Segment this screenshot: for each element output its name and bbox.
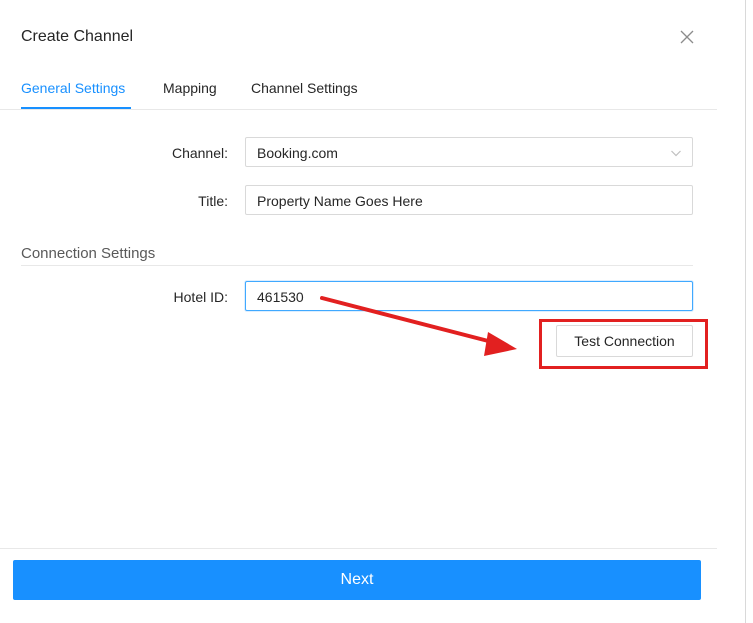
annotation-highlight-box xyxy=(539,319,708,369)
chevron-down-icon xyxy=(670,146,682,158)
title-label: Title: xyxy=(198,193,228,209)
tab-bar: General Settings Mapping Channel Setting… xyxy=(0,70,717,110)
channel-select[interactable]: Booking.com xyxy=(245,137,693,167)
hotel-id-input[interactable]: 461530 xyxy=(245,281,693,311)
tab-channel-settings[interactable]: Channel Settings xyxy=(251,80,358,96)
close-icon[interactable] xyxy=(680,30,696,46)
footer-divider xyxy=(0,548,717,549)
dialog-title: Create Channel xyxy=(21,28,134,45)
channel-label: Channel: xyxy=(171,145,228,161)
next-button[interactable]: Next xyxy=(13,560,701,600)
connection-settings-heading: Connection Settings xyxy=(21,245,156,262)
title-input-value: Property Name Goes Here xyxy=(257,193,423,209)
hotel-id-input-value: 461530 xyxy=(257,289,304,305)
section-divider xyxy=(21,265,693,266)
tab-general-settings[interactable]: General Settings xyxy=(21,80,125,96)
title-input[interactable]: Property Name Goes Here xyxy=(245,185,693,215)
panel-edge xyxy=(745,0,746,623)
active-tab-indicator xyxy=(21,107,131,109)
channel-select-value: Booking.com xyxy=(257,145,338,161)
hotel-id-label: Hotel ID: xyxy=(173,289,228,305)
create-channel-dialog: Create Channel General Settings Mapping … xyxy=(0,0,717,623)
tab-mapping[interactable]: Mapping xyxy=(163,80,217,96)
